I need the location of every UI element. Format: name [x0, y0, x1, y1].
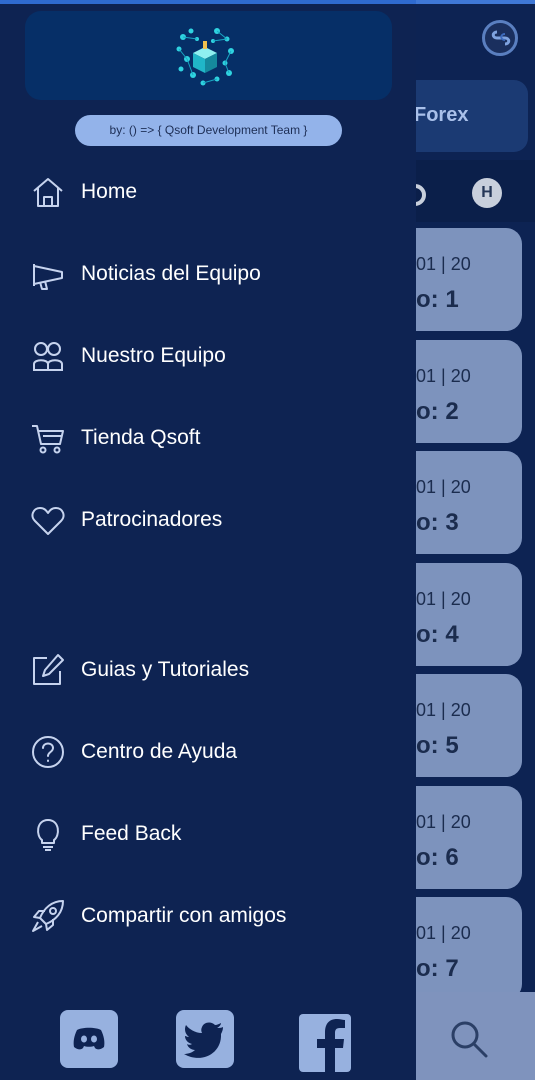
menu-label: Tienda Qsoft	[81, 426, 201, 449]
facebook-button[interactable]	[299, 1014, 351, 1072]
menu-item-home[interactable]: Home	[0, 162, 416, 222]
app-logo-icon[interactable]	[482, 20, 518, 56]
menu-label: Patrocinadores	[81, 508, 223, 531]
card-number: o: 3	[416, 509, 459, 536]
developer-credit: by: () => { Qsoft Development Team }	[75, 115, 342, 146]
menu-item-guias[interactable]: Guias y Tutoriales	[0, 640, 416, 700]
drawer-header	[25, 11, 392, 100]
home-icon	[30, 174, 66, 210]
network-cube-logo-icon	[173, 25, 237, 94]
facebook-icon	[317, 1019, 345, 1072]
card-number: o: 1	[416, 286, 459, 313]
cart-icon	[30, 420, 66, 456]
menu-label: Noticias del Equipo	[81, 262, 261, 285]
card-number: o: 6	[416, 843, 459, 871]
navigation-drawer: by: () => { Qsoft Development Team } Hom…	[0, 0, 416, 1080]
menu-item-patrocinadores[interactable]: Patrocinadores	[0, 490, 416, 550]
help-icon	[30, 734, 66, 770]
edit-icon	[30, 652, 66, 688]
menu-label: Home	[81, 180, 138, 203]
card-date: 01 | 20	[416, 588, 471, 609]
megaphone-icon	[30, 256, 66, 292]
menu-label: Compartir con amigos	[81, 904, 287, 927]
rocket-icon	[30, 898, 66, 934]
card-number: o: 7	[416, 955, 459, 982]
search-icon[interactable]	[448, 1018, 490, 1065]
menu-item-feedback[interactable]: Feed Back	[0, 804, 416, 864]
menu-item-equipo[interactable]: Nuestro Equipo	[0, 326, 416, 386]
card-date: 01 | 20	[416, 365, 471, 386]
card-date: 01 | 20	[416, 811, 471, 832]
menu-label: Feed Back	[81, 822, 182, 845]
menu-label: Nuestro Equipo	[81, 344, 226, 367]
card-date: 01 | 20	[416, 254, 471, 274]
forex-section-label: Forex	[414, 104, 469, 126]
heart-icon	[30, 502, 66, 538]
drawer-accent-line	[0, 0, 416, 4]
team-icon	[30, 338, 66, 374]
menu-item-compartir[interactable]: Compartir con amigos	[0, 886, 416, 946]
twitter-button[interactable]	[176, 1010, 234, 1068]
lightbulb-icon	[30, 816, 66, 852]
menu-item-noticias[interactable]: Noticias del Equipo	[0, 244, 416, 304]
discord-button[interactable]	[60, 1010, 118, 1068]
h-chip-icon[interactable]: H	[472, 178, 502, 208]
twitter-icon	[184, 1022, 223, 1058]
card-number: o: 5	[416, 732, 459, 759]
card-date: 01 | 20	[416, 477, 471, 497]
menu-item-ayuda[interactable]: Centro de Ayuda	[0, 722, 416, 782]
card-number: o: 4	[416, 620, 459, 648]
card-date: 01 | 20	[416, 700, 471, 720]
menu-label: Centro de Ayuda	[81, 740, 238, 763]
card-number: o: 2	[416, 397, 459, 425]
menu-label: Guias y Tutoriales	[81, 658, 250, 681]
card-date: 01 | 20	[416, 923, 471, 943]
menu-item-tienda[interactable]: Tienda Qsoft	[0, 408, 416, 468]
discord-icon	[66, 1016, 112, 1064]
